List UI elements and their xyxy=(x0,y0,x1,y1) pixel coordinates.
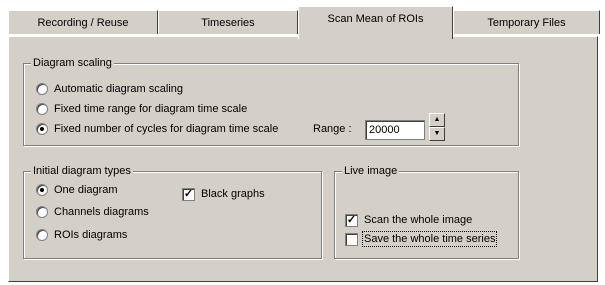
radio-channels-diagrams[interactable]: Channels diagrams xyxy=(36,204,149,220)
tab-strip: Recording / Reuse Timeseries Scan Mean o… xyxy=(8,4,600,40)
radio-icon xyxy=(36,103,48,115)
radio-icon xyxy=(36,229,48,241)
radio-fixed-time-range[interactable]: Fixed time range for diagram time scale xyxy=(36,101,247,117)
checkbox-label: Scan the whole image xyxy=(364,214,473,226)
initial-diagram-types-group: Initial diagram types One diagram Channe… xyxy=(23,164,322,259)
tab-timeseries[interactable]: Timeseries xyxy=(158,10,298,34)
dialog: Recording / Reuse Timeseries Scan Mean o… xyxy=(0,0,605,285)
radio-icon xyxy=(36,83,48,95)
radio-label: ROIs diagrams xyxy=(54,229,128,241)
radio-label: Fixed time range for diagram time scale xyxy=(54,103,248,115)
radio-icon xyxy=(36,184,48,196)
radio-label: Channels diagrams xyxy=(54,206,149,218)
group-legend: Live image xyxy=(342,164,400,178)
checkbox-black-graphs[interactable]: ✓ Black graphs xyxy=(182,186,265,202)
tab-scan-mean-of-rois[interactable]: Scan Mean of ROIs xyxy=(298,6,453,39)
tab-panel: Diagram scaling Automatic diagram scalin… xyxy=(8,36,598,282)
range-label: Range : xyxy=(313,123,352,135)
tab-label: Temporary Files xyxy=(487,17,566,29)
checkbox-save-whole-time-series[interactable]: Save the whole time series xyxy=(345,231,498,247)
group-legend: Initial diagram types xyxy=(31,164,133,178)
radio-label: One diagram xyxy=(54,184,118,196)
radio-icon xyxy=(36,206,48,218)
tab-label: Recording / Reuse xyxy=(37,17,129,29)
checkbox-scan-whole-image[interactable]: ✓ Scan the whole image xyxy=(345,212,472,228)
tab-recording-reuse[interactable]: Recording / Reuse xyxy=(8,10,158,34)
radio-one-diagram[interactable]: One diagram xyxy=(36,182,118,198)
radio-icon xyxy=(36,123,48,135)
diagram-scaling-group: Diagram scaling Automatic diagram scalin… xyxy=(23,56,519,146)
radio-label: Fixed number of cycles for diagram time … xyxy=(54,123,279,135)
group-legend: Diagram scaling xyxy=(31,56,114,70)
radio-automatic-scaling[interactable]: Automatic diagram scaling xyxy=(36,81,183,97)
checkbox-label: Save the whole time series xyxy=(361,231,498,247)
checkmark-icon: ✓ xyxy=(182,187,195,201)
tab-label: Scan Mean of ROIs xyxy=(327,13,424,25)
checkmark-icon: ✓ xyxy=(345,213,358,227)
down-arrow-icon[interactable]: ▼ xyxy=(429,127,445,141)
up-arrow-icon[interactable]: ▲ xyxy=(429,113,445,127)
checkbox-label: Black graphs xyxy=(201,188,265,200)
radio-label: Automatic diagram scaling xyxy=(54,83,184,95)
live-image-group: Live image ✓ Scan the whole image Save t… xyxy=(334,164,519,259)
range-input[interactable] xyxy=(365,120,425,140)
radio-fixed-number-of-cycles[interactable]: Fixed number of cycles for diagram time … xyxy=(36,121,278,137)
tab-label: Timeseries xyxy=(201,17,255,29)
tab-temporary-files[interactable]: Temporary Files xyxy=(453,10,600,34)
range-spinner[interactable]: ▲ ▼ xyxy=(429,113,445,141)
checkbox-box xyxy=(345,232,358,246)
radio-rois-diagrams[interactable]: ROIs diagrams xyxy=(36,227,127,243)
